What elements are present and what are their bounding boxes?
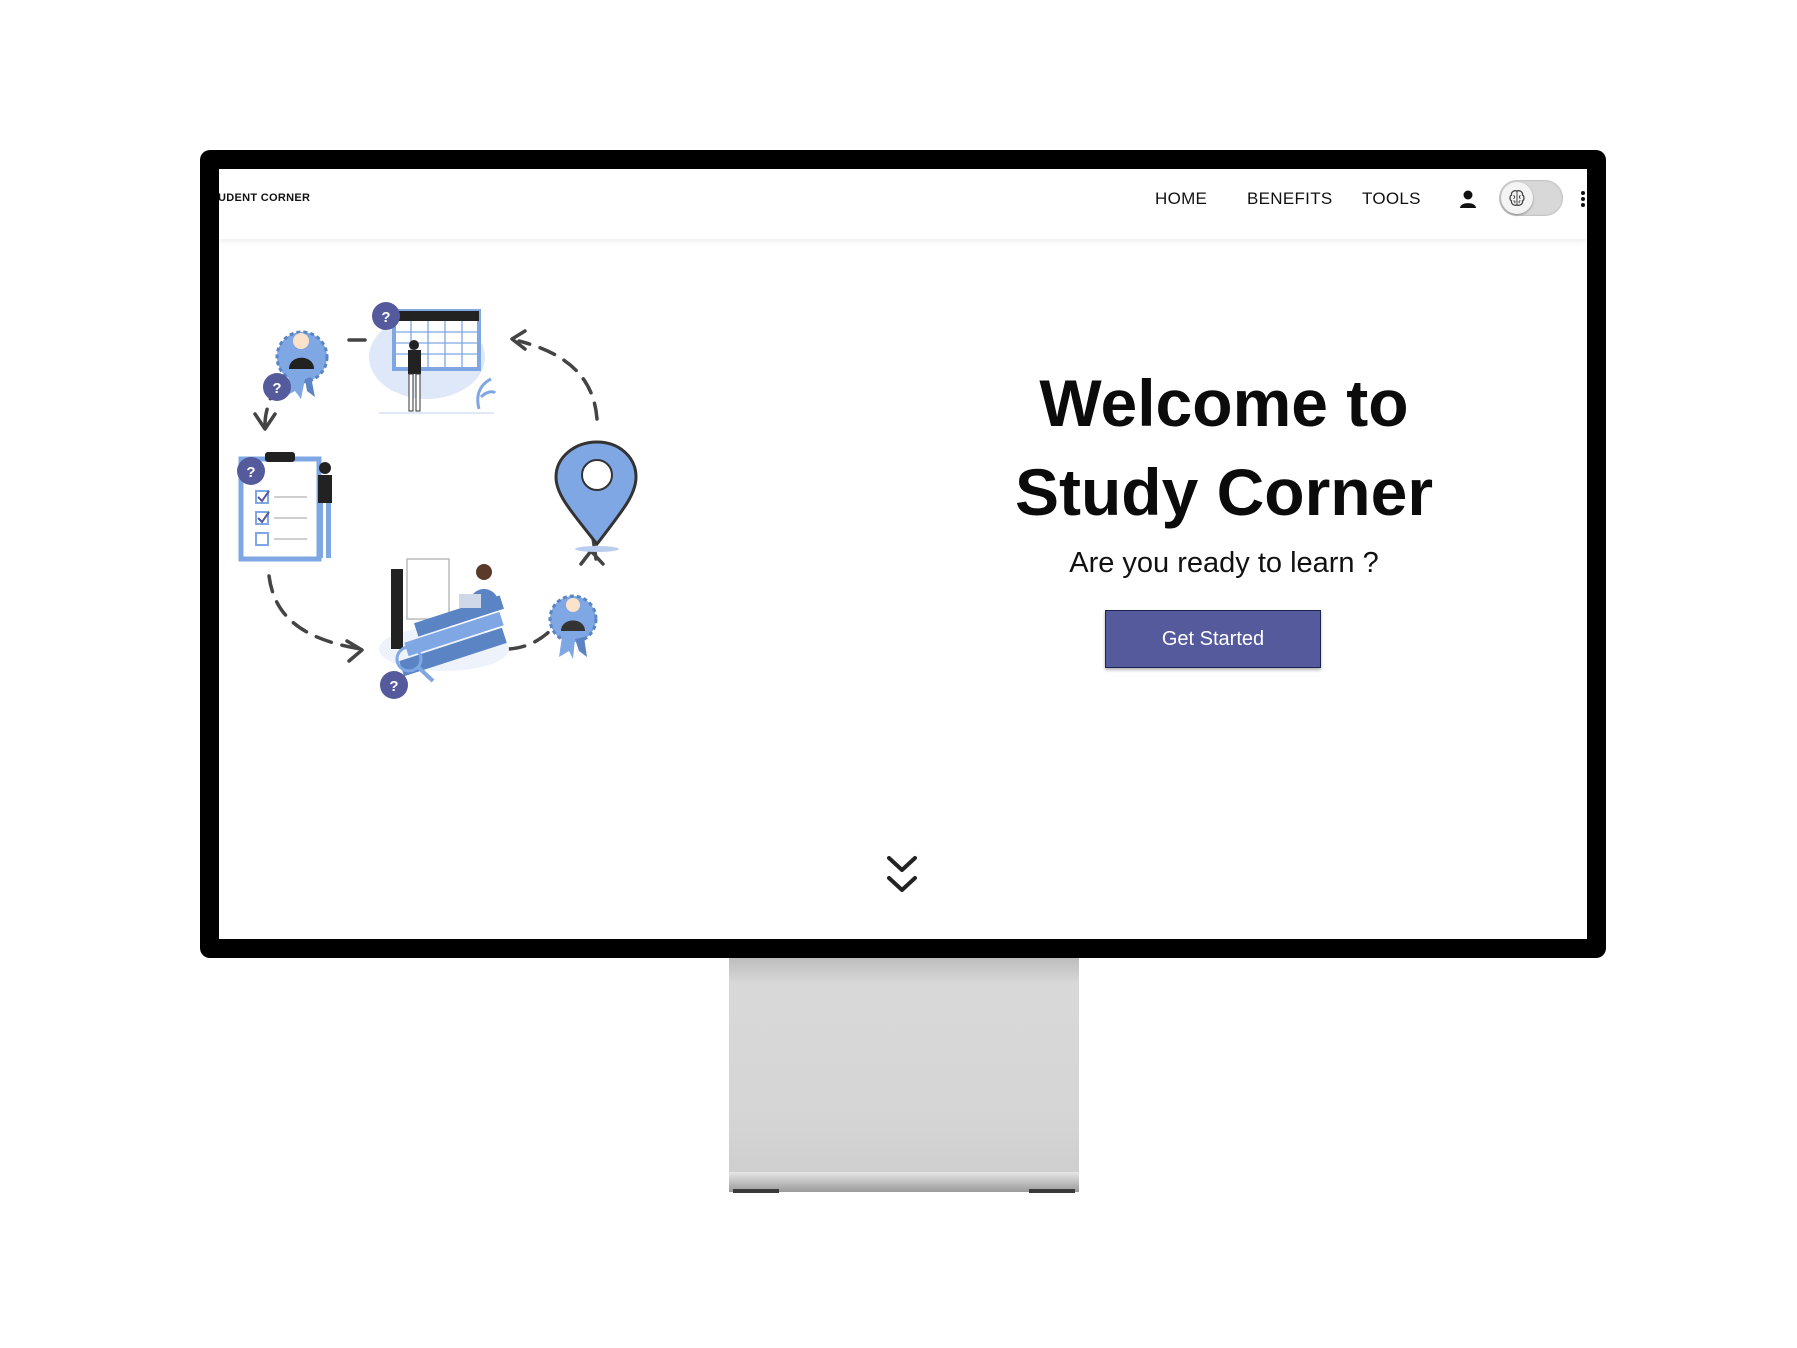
books-study-scene: ? — [379, 558, 509, 699]
brain-icon — [1509, 190, 1525, 206]
get-started-button[interactable]: Get Started — [1105, 610, 1321, 668]
monitor-foot — [1029, 1189, 1075, 1193]
checklist-scene: ? — [237, 452, 332, 562]
user-icon[interactable] — [1457, 188, 1479, 210]
monitor-stand-base — [729, 1172, 1079, 1192]
website-screen: TUDENT CORNER HOME BENEFITS TOOLS ? ? ? … — [219, 169, 1587, 939]
learning-cycle-illustration: ? ? ? ? — [237, 302, 638, 699]
monitor-foot — [733, 1189, 779, 1193]
theme-toggle[interactable] — [1499, 180, 1563, 216]
monitor-stand — [729, 958, 1079, 1172]
hero-title: Welcome to Study Corner — [999, 359, 1449, 537]
calendar-scene: ? — [369, 302, 497, 414]
toggle-knob — [1501, 182, 1533, 214]
location-pin-icon — [554, 440, 638, 552]
question-badge: ? — [389, 678, 398, 695]
question-badge: ? — [246, 464, 255, 481]
nav-link-home[interactable]: HOME — [1155, 189, 1207, 209]
hero-title-line-2: Study Corner — [1014, 455, 1434, 529]
double-chevron-down-icon[interactable] — [884, 852, 920, 900]
question-badge: ? — [272, 380, 281, 397]
award-ribbon-scene — [548, 594, 598, 659]
award-ribbon-scene: ? — [263, 330, 329, 401]
nav-link-benefits[interactable]: BENEFITS — [1247, 189, 1333, 209]
nav-link-tools[interactable]: TOOLS — [1362, 189, 1421, 209]
brand-logo[interactable]: TUDENT CORNER — [219, 192, 310, 204]
question-badge: ? — [381, 309, 390, 326]
hero-title-line-1: Welcome to — [1039, 366, 1409, 440]
navbar: TUDENT CORNER HOME BENEFITS TOOLS — [219, 169, 1587, 239]
more-vertical-icon[interactable] — [1579, 189, 1587, 209]
hero-subtitle: Are you ready to learn ? — [1069, 547, 1379, 579]
